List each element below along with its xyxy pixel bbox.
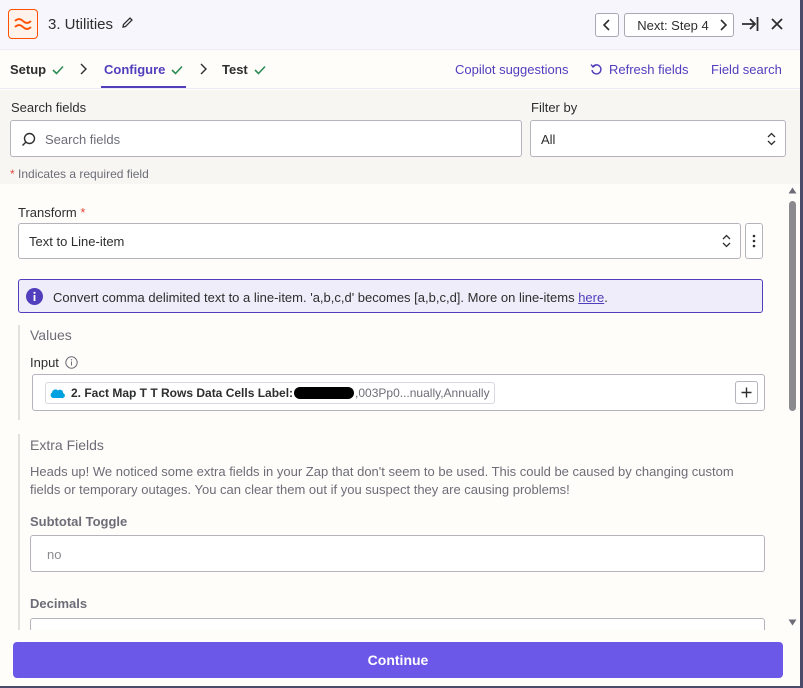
subtotal-toggle-input[interactable]: no [30, 535, 765, 572]
step-title: 3. Utilities [48, 16, 114, 33]
info-suffix: . [604, 290, 608, 305]
input-label: Input [30, 355, 78, 370]
decimals-input[interactable] [30, 618, 765, 630]
tab-setup-label: Setup [10, 62, 47, 77]
required-note: * Indicates a required field [10, 167, 149, 181]
salesforce-cloud-icon [50, 388, 65, 398]
pill-label: 2. Fact Map T T Rows Data Cells Label: [71, 386, 294, 400]
more-options-icon[interactable] [745, 223, 763, 259]
info-text: Convert comma delimited text to a line-i… [53, 290, 608, 305]
continue-button[interactable]: Continue [13, 642, 783, 678]
search-placeholder: Search fields [45, 132, 121, 147]
step-header: 3. Utilities Next: Step 4 [0, 0, 800, 50]
refresh-fields-link[interactable]: Refresh fields [590, 62, 688, 77]
next-step-label: Next: Step 4 [637, 17, 709, 33]
check-icon [254, 65, 266, 75]
extra-fields-description: Heads up! We noticed some extra fields i… [30, 464, 734, 497]
transform-label-text: Transform [18, 205, 77, 220]
next-step-button[interactable]: Next: Step 4 [624, 13, 734, 37]
scroll-thumb[interactable] [789, 201, 796, 411]
filter-select[interactable]: All [530, 120, 786, 157]
tab-configure-label: Configure [104, 62, 166, 77]
filter-value: All [541, 132, 556, 147]
tab-test[interactable]: Test [222, 62, 266, 77]
extra-fields-group: Extra Fields Heads up! We noticed some e… [18, 434, 765, 630]
refresh-icon [590, 64, 602, 75]
input-field[interactable]: 2. Fact Map T T Rows Data Cells Label: ,… [32, 374, 765, 411]
tab-configure[interactable]: Configure [104, 62, 183, 77]
scroll-up-arrow-icon[interactable] [788, 187, 797, 194]
chevron-right-icon [80, 63, 87, 75]
search-area: Search fields Search fields Filter by Al… [0, 90, 800, 184]
search-input[interactable]: Search fields [10, 120, 522, 157]
tab-test-label: Test [222, 62, 248, 77]
info-icon [26, 288, 43, 305]
filter-by-label: Filter by [531, 100, 578, 115]
info-outline-icon[interactable] [65, 356, 78, 369]
scrollbar[interactable] [786, 185, 800, 630]
close-icon[interactable] [770, 17, 784, 34]
footer: Continue [0, 630, 800, 686]
edit-pencil-icon[interactable] [121, 16, 134, 32]
decimals-label: Decimals [30, 596, 88, 611]
expand-panel-icon[interactable] [741, 16, 759, 35]
info-message: Convert comma delimited text to a line-i… [53, 290, 575, 305]
pill-value: ,003Pp0...nually,Annually [355, 386, 490, 400]
mapped-data-pill[interactable]: 2. Fact Map T T Rows Data Cells Label: ,… [45, 382, 495, 404]
refresh-fields-label: Refresh fields [609, 62, 689, 77]
required-note-text: Indicates a required field [18, 167, 149, 181]
info-banner: Convert comma delimited text to a line-i… [18, 279, 763, 313]
field-search-link[interactable]: Field search [711, 62, 782, 77]
line-items-help-link[interactable]: here [578, 290, 604, 305]
transform-label: Transform * [18, 205, 86, 220]
search-fields-label: Search fields [11, 100, 87, 115]
chevron-right-icon [200, 63, 207, 75]
redacted-block [294, 387, 355, 399]
extra-fields-title: Extra Fields [30, 437, 104, 453]
active-tab-indicator [101, 86, 186, 88]
check-icon [52, 65, 64, 75]
previous-step-button[interactable] [595, 13, 619, 37]
chevron-right-icon [720, 19, 727, 31]
step-tabs: Setup Configure Test Copilot suggestions… [0, 50, 800, 89]
insert-data-button[interactable] [735, 381, 758, 404]
subtotal-toggle-value: no [47, 547, 62, 562]
tab-setup[interactable]: Setup [10, 62, 64, 77]
subtotal-toggle-label: Subtotal Toggle [30, 514, 128, 529]
transform-value: Text to Line-item [29, 234, 125, 249]
search-icon [22, 132, 36, 146]
plus-icon [741, 387, 752, 398]
values-group: Values Input 2. Fact Map T T Rows Data C… [18, 325, 765, 420]
transform-select[interactable]: Text to Line-item [18, 223, 741, 259]
updown-caret-icon [767, 132, 776, 146]
values-title: Values [30, 327, 72, 343]
updown-caret-icon [722, 234, 731, 248]
utilities-app-icon [8, 9, 38, 39]
fields-panel: Transform * Text to Line-item Convert co… [0, 185, 786, 630]
check-icon [171, 65, 183, 75]
scroll-down-arrow-icon[interactable] [788, 619, 797, 626]
chevron-left-icon [603, 19, 610, 31]
copilot-suggestions-link[interactable]: Copilot suggestions [455, 62, 568, 77]
input-label-text: Input [30, 355, 59, 370]
